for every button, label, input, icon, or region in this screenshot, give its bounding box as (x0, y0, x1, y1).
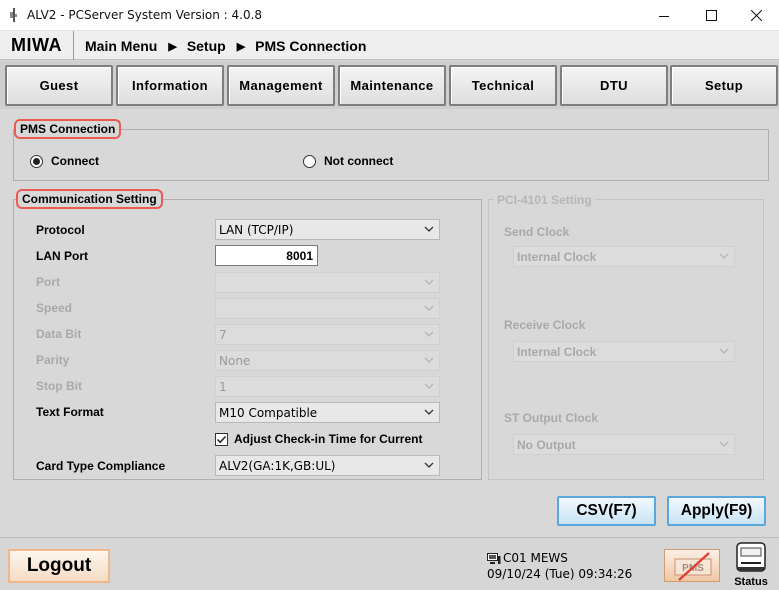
connect-radio[interactable]: Connect (30, 154, 99, 168)
st-output-clock-select: No Output (513, 434, 735, 455)
status-device-icon (736, 542, 766, 572)
data-bit-label: Data Bit (36, 327, 82, 341)
data-bit-select: 7 (215, 324, 440, 345)
send-clock-value: Internal Clock (517, 249, 597, 264)
stop-bit-value: 1 (219, 379, 227, 394)
maximize-icon (705, 10, 717, 21)
header-bar: MIWA Main Menu ▶ Setup ▶ PMS Connection (0, 31, 779, 60)
protocol-select[interactable]: LAN (TCP/IP) (215, 219, 440, 240)
communication-setting-legend: Communication Setting (16, 189, 163, 209)
port-label: Port (36, 275, 60, 289)
status-button[interactable]: Status (732, 541, 770, 589)
pms-connection-legend: PMS Connection (14, 119, 122, 139)
brand-logo: MIWA (0, 31, 74, 60)
breadcrumb: Main Menu ▶ Setup ▶ PMS Connection (85, 38, 366, 54)
adjust-checkin-label: Adjust Check-in Time for Current (234, 432, 423, 446)
tab-technical[interactable]: Technical (449, 65, 557, 106)
parity-label: Parity (36, 353, 70, 367)
logout-button[interactable]: Logout (8, 549, 110, 583)
breadcrumb-pms-connection: PMS Connection (255, 38, 367, 54)
speed-label: Speed (36, 301, 73, 315)
csv-button[interactable]: CSV(F7) (557, 496, 656, 526)
breadcrumb-arrow-icon: ▶ (236, 40, 246, 53)
breadcrumb-main-menu[interactable]: Main Menu (85, 38, 157, 54)
stop-bit-label: Stop Bit (36, 379, 82, 393)
send-clock-select: Internal Clock (513, 246, 735, 267)
window-title: ALV2 - PCServer System Version : 4.0.8 (27, 8, 263, 22)
lan-port-input[interactable]: 8001 (215, 245, 318, 266)
chevron-down-icon (424, 383, 434, 389)
minimize-button[interactable] (641, 0, 687, 31)
st-output-clock-label: ST Output Clock (504, 411, 598, 425)
card-type-label: Card Type Compliance (36, 459, 166, 473)
app-icon (10, 8, 17, 22)
status-label: Status (734, 576, 768, 588)
card-type-value: ALV2(GA:1K,GB:UL) (219, 458, 336, 473)
tab-setup[interactable]: Setup (670, 65, 778, 106)
chevron-down-icon (424, 279, 434, 285)
checkbox-checked-icon (215, 432, 228, 446)
checkmark-icon (216, 435, 227, 443)
receive-clock-select: Internal Clock (513, 341, 735, 362)
breadcrumb-setup[interactable]: Setup (187, 38, 226, 54)
speed-select (215, 298, 440, 319)
connect-label: Connect (51, 154, 99, 168)
radio-unselected-icon (303, 154, 316, 168)
stop-bit-select: 1 (215, 376, 440, 397)
chevron-down-icon (424, 357, 434, 363)
text-format-value: M10 Compatible (219, 405, 318, 420)
pci-setting-legend: PCI-4101 Setting (494, 193, 595, 207)
protocol-value: LAN (TCP/IP) (219, 222, 294, 237)
not-connect-label: Not connect (324, 154, 394, 168)
computer-icon (487, 553, 501, 564)
st-output-clock-value: No Output (517, 437, 576, 452)
send-clock-label: Send Clock (504, 225, 570, 239)
minimize-icon (659, 15, 669, 17)
current-datetime: 09/10/24 (Tue) 09:34:26 (487, 567, 633, 581)
chevron-down-icon (424, 409, 434, 415)
pms-disconnected-icon: PMS (674, 552, 712, 581)
radio-selected-icon (30, 154, 43, 168)
text-format-select[interactable]: M10 Compatible (215, 402, 440, 423)
chevron-down-icon (424, 305, 434, 311)
chevron-down-icon (719, 253, 729, 259)
not-connect-radio[interactable]: Not connect (303, 154, 393, 168)
chevron-down-icon (424, 331, 434, 337)
chevron-down-icon (719, 348, 729, 354)
protocol-label: Protocol (36, 223, 85, 237)
lan-port-label: LAN Port (36, 249, 88, 263)
adjust-checkin-checkbox[interactable]: Adjust Check-in Time for Current (215, 432, 422, 446)
parity-select: None (215, 350, 440, 371)
maximize-button[interactable] (688, 0, 734, 31)
card-type-select[interactable]: ALV2(GA:1K,GB:UL) (215, 455, 440, 476)
text-format-label: Text Format (36, 405, 104, 419)
main-tab-bar: Guest Information Management Maintenance… (0, 61, 779, 109)
close-icon (750, 10, 762, 21)
footer-bar: Logout C01 MEWS 09/10/24 (Tue) 09:34:26 … (0, 537, 779, 590)
title-bar: ALV2 - PCServer System Version : 4.0.8 (0, 0, 779, 31)
receive-clock-value: Internal Clock (517, 344, 597, 359)
chevron-down-icon (719, 441, 729, 447)
receive-clock-label: Receive Clock (504, 318, 586, 332)
parity-value: None (219, 353, 251, 368)
tab-guest[interactable]: Guest (5, 65, 113, 106)
tab-information[interactable]: Information (116, 65, 224, 106)
apply-button[interactable]: Apply(F9) (667, 496, 766, 526)
close-button[interactable] (733, 0, 779, 31)
tab-management[interactable]: Management (227, 65, 335, 106)
tab-maintenance[interactable]: Maintenance (338, 65, 446, 106)
port-select (215, 272, 440, 293)
pms-status-badge: PMS (664, 549, 720, 582)
terminal-name: C01 MEWS (503, 551, 568, 565)
tab-dtu[interactable]: DTU (560, 65, 668, 106)
breadcrumb-arrow-icon: ▶ (168, 40, 177, 53)
chevron-down-icon (424, 462, 434, 468)
chevron-down-icon (424, 226, 434, 232)
data-bit-value: 7 (219, 327, 227, 342)
